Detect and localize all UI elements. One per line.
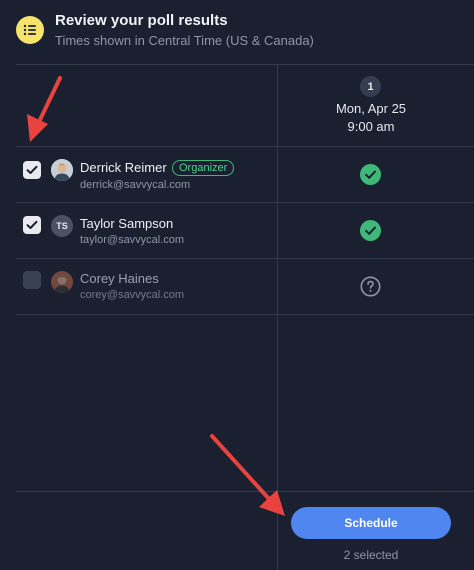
- participant-checkbox[interactable]: [23, 216, 41, 234]
- participant-row: Derrick Reimer Organizer derrick@savvyca…: [0, 146, 474, 202]
- participant-email: derrick@savvycal.com: [80, 179, 191, 191]
- participant-name: Corey Haines: [80, 271, 159, 286]
- avatar: [51, 159, 73, 181]
- participant-row: TS Taylor Sampson taylor@savvycal.com: [0, 202, 474, 258]
- time-slot-header: 1 Mon, Apr 25 9:00 am: [278, 64, 474, 146]
- schedule-button[interactable]: Schedule: [291, 507, 451, 539]
- avatar: [51, 271, 73, 293]
- participant-name: Derrick Reimer: [80, 160, 167, 175]
- participant-row: Corey Haines corey@savvycal.com: [0, 258, 474, 314]
- timezone-subtitle: Times shown in Central Time (US & Canada…: [55, 33, 314, 48]
- participant-email: taylor@savvycal.com: [80, 234, 185, 246]
- participant-checkbox[interactable]: [23, 161, 41, 179]
- participant-email: corey@savvycal.com: [80, 289, 185, 301]
- time-slot-time: 9:00 am: [347, 119, 395, 134]
- question-mark-icon: [360, 276, 381, 297]
- organizer-badge: Organizer: [172, 160, 235, 176]
- divider: [16, 314, 474, 315]
- available-check-icon: [360, 164, 381, 185]
- page-header: Review your poll results Times shown in …: [0, 0, 474, 64]
- time-slot-date: Mon, Apr 25: [335, 101, 407, 116]
- list-icon: [16, 16, 44, 44]
- selected-count: 2 selected: [343, 548, 399, 562]
- available-check-icon: [360, 220, 381, 241]
- participant-checkbox[interactable]: [23, 271, 41, 289]
- check-icon: [26, 165, 38, 174]
- page-title: Review your poll results: [55, 12, 228, 29]
- participant-name: Taylor Sampson: [80, 216, 174, 231]
- check-icon: [26, 220, 38, 229]
- avatar: TS: [51, 215, 73, 237]
- divider: [16, 491, 474, 492]
- time-slot-number: 1: [360, 76, 381, 97]
